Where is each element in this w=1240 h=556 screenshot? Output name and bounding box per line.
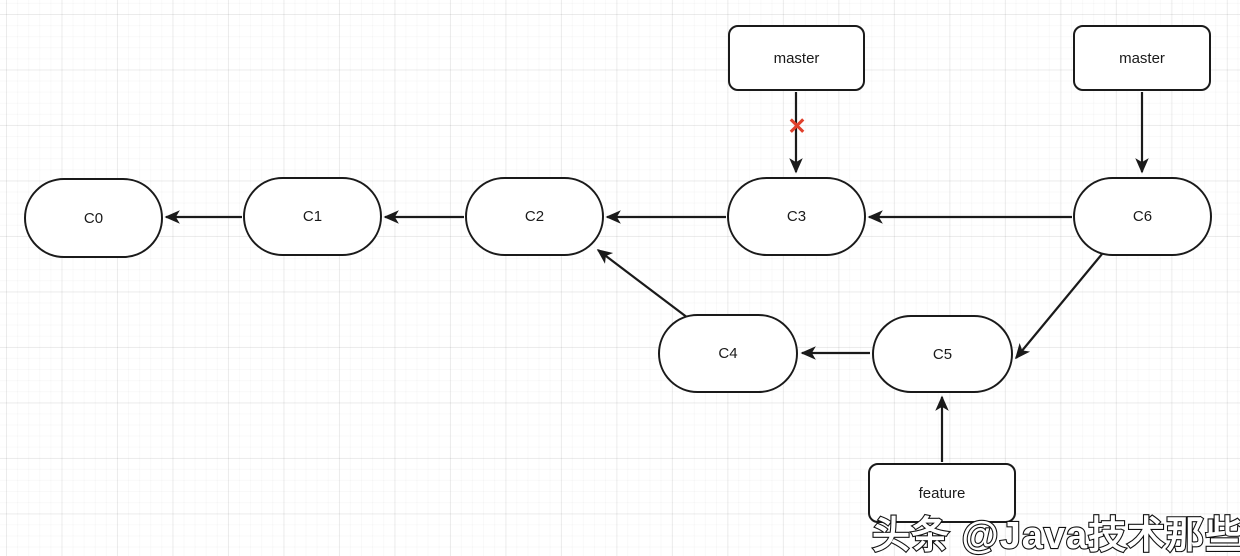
edge-c4-to-c2: [596, 249, 689, 319]
delete-x-icon: ✕: [787, 112, 807, 139]
commit-node-c3[interactable]: C3: [727, 177, 866, 256]
commit-node-label: C4: [718, 345, 738, 362]
edge-layer: [164, 92, 1149, 462]
commit-node-label: C1: [302, 208, 323, 225]
commit-node-label: C3: [786, 208, 807, 225]
commit-node-c1[interactable]: C1: [243, 177, 382, 256]
commit-node-label: C2: [524, 208, 545, 225]
branch-label-text: master: [1119, 49, 1165, 67]
commit-node-c0[interactable]: C0: [24, 178, 163, 258]
commit-node-c5[interactable]: C5: [872, 315, 1013, 393]
commit-node-label: C6: [1132, 208, 1153, 225]
watermark-text: 头条 @Java技术那些事: [871, 514, 1240, 556]
branch-label-text: master: [773, 49, 820, 67]
edge-c6-to-c5: [1015, 253, 1103, 360]
commit-node-c4[interactable]: C4: [658, 314, 798, 393]
branch-label-master-old[interactable]: master: [728, 25, 865, 91]
commit-node-label: C5: [932, 345, 953, 363]
branch-label-text: feature: [918, 484, 966, 502]
commit-node-label: C0: [83, 209, 104, 227]
commit-node-c6[interactable]: C6: [1073, 177, 1212, 256]
branch-label-master-new[interactable]: master: [1073, 25, 1211, 91]
diagram-canvas: C0 C1 C2 C3 C6 C4 C5 master master feature ✕ 头条 …: [0, 0, 1240, 556]
commit-node-c2[interactable]: C2: [465, 177, 604, 256]
